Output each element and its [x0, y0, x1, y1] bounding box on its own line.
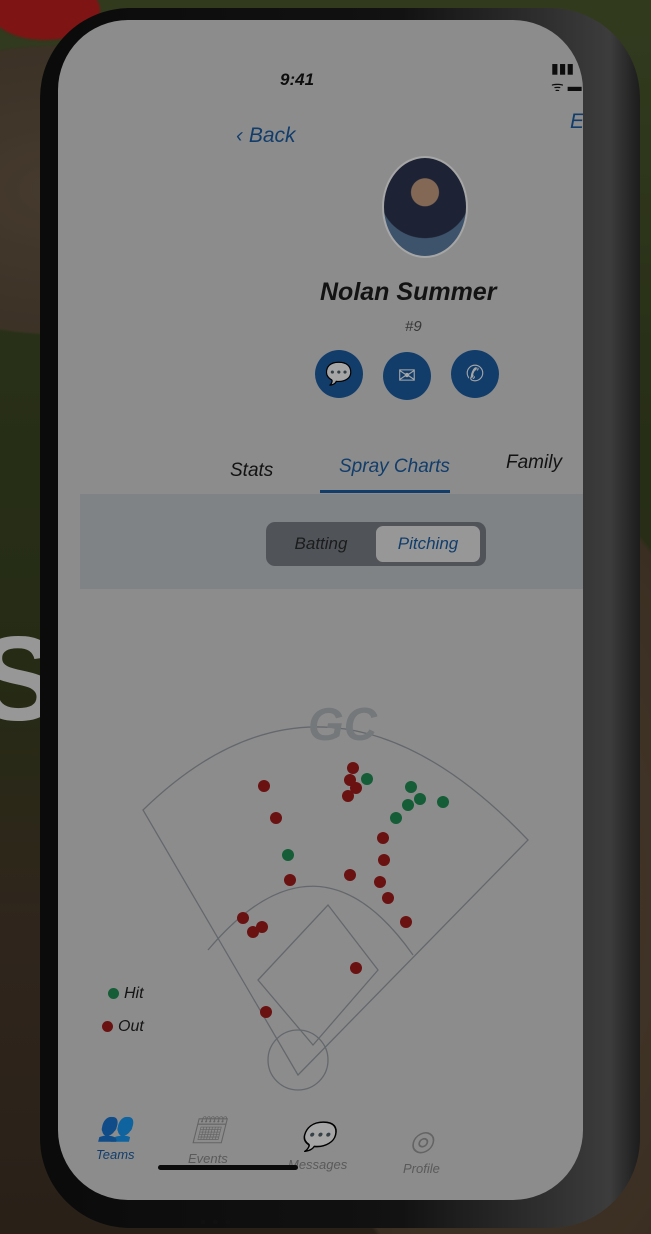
- mail-button[interactable]: ✉: [383, 352, 431, 400]
- phone-button[interactable]: ✆: [451, 350, 499, 398]
- legend-out-dot: [102, 1021, 113, 1033]
- out-point: [347, 762, 359, 774]
- spray-chart: GC: [142, 698, 529, 1091]
- hit-point: [437, 796, 449, 808]
- status-time: 9:41: [280, 70, 315, 89]
- out-point: [344, 869, 356, 881]
- diamond: [257, 903, 379, 1046]
- hit-point: [390, 812, 402, 824]
- chevron-left-icon: ‹: [236, 124, 249, 147]
- out-point: [378, 854, 390, 866]
- hit-point: [402, 799, 414, 811]
- out-point: [284, 874, 296, 886]
- phone-bottom-dots: •••: [200, 1212, 237, 1232]
- home-plate-circle: [267, 1029, 329, 1091]
- out-point: [342, 790, 354, 802]
- hit-point: [282, 849, 294, 861]
- out-point: [260, 1006, 272, 1018]
- tabbar-teams[interactable]: 👥 Teams: [96, 1110, 135, 1162]
- segmented-control: Batting Pitching: [266, 522, 486, 566]
- tabbar-events-label: Events: [188, 1151, 228, 1166]
- tabbar-messages[interactable]: 💬 Messages: [288, 1120, 347, 1172]
- out-point: [350, 962, 362, 974]
- legend-hit: Hit: [108, 985, 144, 1003]
- mail-icon: ✉: [397, 363, 417, 388]
- teams-icon: 👥: [97, 1111, 133, 1142]
- back-label: Back: [248, 124, 296, 147]
- phone-screen: 9:41 ▮▮▮ ᯤ ▬ ‹ Back Edit Nolan Summer #9…: [58, 20, 583, 1200]
- out-point: [382, 892, 394, 904]
- tab-stats[interactable]: Stats: [230, 460, 273, 482]
- segment-batting[interactable]: Batting: [266, 522, 376, 566]
- hit-point: [405, 781, 417, 793]
- phone-mockup: 9:41 ▮▮▮ ᯤ ▬ ‹ Back Edit Nolan Summer #9…: [40, 8, 640, 1232]
- avatar: [382, 156, 468, 258]
- tab-family[interactable]: Family: [506, 452, 562, 474]
- home-indicator: [158, 1165, 298, 1170]
- phone-icon: ✆: [465, 361, 485, 386]
- profile-icon: ◎: [409, 1125, 434, 1156]
- tabbar-teams-label: Teams: [96, 1147, 135, 1162]
- outfield-fence: [142, 726, 529, 1077]
- gc-logo: GC: [308, 698, 378, 750]
- tab-underline: [320, 490, 450, 493]
- legend-out-label: Out: [118, 1018, 144, 1035]
- player-name: Nolan Summer: [320, 278, 497, 306]
- player-number: #9: [405, 318, 422, 335]
- out-point: [237, 912, 249, 924]
- hit-point: [361, 773, 373, 785]
- tabbar-profile-label: Profile: [403, 1161, 440, 1176]
- tabbar-profile[interactable]: ◎ Profile: [403, 1124, 440, 1176]
- signal-battery-icons: ▮▮▮ ᯤ ▬: [551, 60, 582, 94]
- segment-pitching[interactable]: Pitching: [376, 526, 480, 562]
- legend-out: Out: [102, 1018, 144, 1036]
- chat-button[interactable]: 💬: [315, 350, 363, 398]
- status-bar: 9:41 ▮▮▮ ᯤ ▬: [58, 20, 583, 94]
- calendar-icon: 🗓: [190, 1115, 226, 1146]
- out-point: [256, 921, 268, 933]
- out-point: [377, 832, 389, 844]
- back-button[interactable]: ‹ Back: [236, 124, 296, 148]
- out-point: [258, 780, 270, 792]
- out-point: [270, 812, 282, 824]
- legend-hit-dot: [108, 988, 119, 1000]
- chat-icon: 💬: [325, 361, 353, 386]
- tab-spray-charts[interactable]: Spray Charts: [339, 456, 450, 478]
- out-point: [400, 916, 412, 928]
- edit-button[interactable]: Edit: [570, 110, 583, 134]
- hit-point: [414, 793, 426, 805]
- tabbar-events[interactable]: 🗓 Events: [188, 1114, 228, 1166]
- bottom-tab-bar: 👥 Teams 🗓 Events 💬 Messages ◎ Profile: [58, 1102, 583, 1200]
- legend-hit-label: Hit: [124, 985, 144, 1002]
- message-icon: 💬: [300, 1121, 336, 1152]
- out-point: [374, 876, 386, 888]
